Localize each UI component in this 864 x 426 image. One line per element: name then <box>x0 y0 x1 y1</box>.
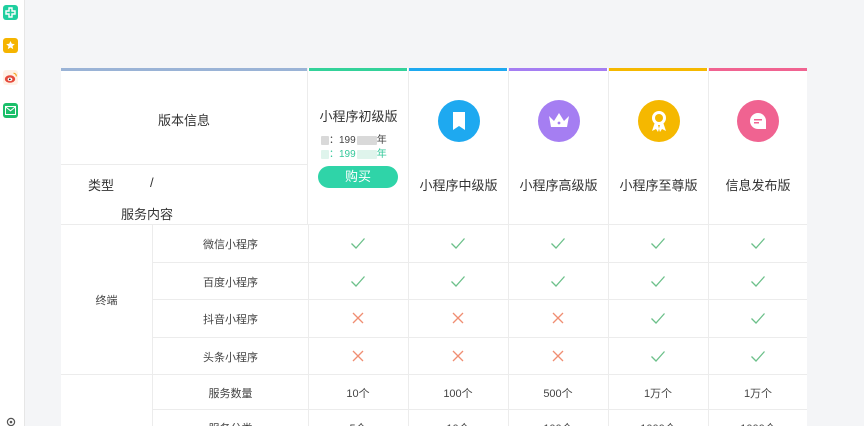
redacted-value <box>356 135 377 145</box>
star-icon[interactable] <box>3 38 18 53</box>
plan-name: 小程序中级版 <box>419 178 498 193</box>
plan-header: 小程序中级版 <box>409 68 509 224</box>
check-icon <box>351 275 365 287</box>
feature-label: 服务数量 <box>208 387 253 400</box>
divider <box>61 164 308 165</box>
left-rail <box>0 0 25 426</box>
cell-value: 1万个 <box>743 387 773 400</box>
type-label: 类型 <box>88 178 115 193</box>
price-value: 199 <box>339 149 356 160</box>
header-meta: 版本信息 类型 / 服务内容 <box>61 68 308 224</box>
plan-header: 小程序至尊版 <box>609 68 709 224</box>
check-icon <box>651 275 665 287</box>
cell-value: 10个 <box>408 420 508 426</box>
check-icon <box>751 275 765 287</box>
plan-header: 信息发布版 <box>709 68 807 224</box>
plan-header: 小程序初级版 ：199 年 ：199 年 购买 <box>309 68 409 224</box>
medal-icon <box>637 100 680 142</box>
cross-icon <box>452 312 464 324</box>
divider <box>61 224 807 225</box>
plan-name: 小程序初级版 <box>319 109 398 124</box>
cross-icon <box>552 312 564 324</box>
divider <box>61 374 807 375</box>
message-icon <box>737 100 779 142</box>
weibo-icon[interactable] <box>3 70 18 85</box>
check-icon <box>651 313 665 324</box>
service-content-label: 服务内容 <box>121 207 174 222</box>
check-icon <box>551 238 565 249</box>
check-icon <box>551 275 565 287</box>
category-label: 终端 <box>95 295 118 307</box>
check-icon <box>451 275 465 287</box>
check-icon <box>751 350 765 362</box>
plan-name: 小程序至尊版 <box>619 178 698 193</box>
plan-header: 小程序高级版 <box>509 68 609 224</box>
feature-label: 微信小程序 <box>203 239 258 251</box>
cell-value: 10个 <box>346 387 370 400</box>
check-icon <box>451 238 465 249</box>
cross-icon <box>452 350 464 361</box>
cross-icon <box>352 350 364 361</box>
check-icon <box>751 313 765 324</box>
cross-icon <box>352 312 364 324</box>
redacted-value <box>356 149 377 159</box>
cell-value: 500个 <box>543 387 573 400</box>
redacted-label <box>321 149 329 159</box>
buy-button[interactable]: 购买 <box>318 166 398 188</box>
version-info-label: 版本信息 <box>157 113 210 128</box>
crown-icon <box>537 100 580 142</box>
redacted-label <box>321 135 329 145</box>
mail-icon[interactable] <box>3 103 18 118</box>
feature-label: 服务分类 <box>153 420 308 426</box>
price-line: ：199 年 <box>321 145 387 160</box>
cell-value: 100个 <box>508 420 608 426</box>
pricing-table: 版本信息 类型 / 服务内容 小程序初级版 ：199 年 ：199 年 购买 小程序… <box>61 68 807 426</box>
feature-label: 头条小程序 <box>203 351 258 364</box>
price-line: ：199 年 <box>321 131 387 146</box>
check-icon <box>751 238 765 249</box>
plan-name: 信息发布版 <box>725 178 791 193</box>
cell-value: 100个 <box>443 387 473 400</box>
app-plus-icon[interactable] <box>3 5 18 20</box>
cell-value: 5个 <box>308 420 408 426</box>
cross-icon <box>552 350 564 361</box>
check-icon <box>651 350 665 362</box>
plan-name: 小程序高级版 <box>519 178 598 193</box>
bookmark-icon <box>437 100 480 142</box>
feature-label: 百度小程序 <box>203 276 258 289</box>
cell-value: 1000个 <box>708 420 807 426</box>
slash-separator: / <box>150 175 154 190</box>
price-unit: 年 <box>376 149 387 160</box>
settings-icon[interactable] <box>3 414 18 426</box>
feature-label: 抖音小程序 <box>203 314 258 326</box>
cell-value: 1万个 <box>643 387 673 400</box>
check-icon <box>351 238 365 249</box>
cell-value: 1000个 <box>608 420 708 426</box>
check-icon <box>651 238 665 249</box>
